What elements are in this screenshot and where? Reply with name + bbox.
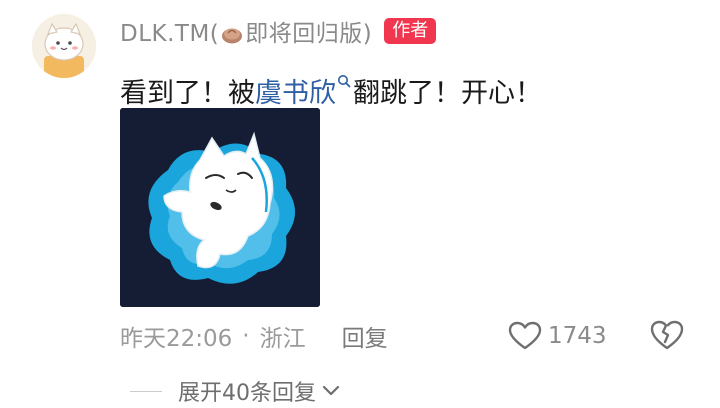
cat-sticker-icon [120, 108, 320, 307]
mention-link[interactable]: 虞书欣 [255, 78, 336, 109]
divider-line [130, 390, 162, 392]
avatar[interactable] [32, 14, 96, 78]
expand-replies-label: 展开40条回复 [178, 381, 316, 406]
author-badge: 作者 [384, 18, 437, 44]
like-button[interactable]: 1743 [508, 316, 607, 356]
search-icon[interactable] [337, 58, 351, 88]
bun-emoji-icon [221, 24, 243, 44]
broken-heart-icon [650, 320, 684, 350]
cat-avatar-icon [32, 14, 96, 78]
heart-icon [508, 321, 542, 350]
meta-separator: · [242, 323, 250, 349]
expand-replies[interactable]: 展开40条回复 [130, 374, 340, 408]
username[interactable]: DLK.TM(即将回归版) [120, 14, 372, 48]
comment-time: 昨天22:06 [120, 326, 233, 352]
chevron-down-icon [322, 385, 340, 396]
author-row: DLK.TM(即将回归版) 作者 [120, 14, 437, 48]
sticker-image[interactable] [120, 108, 320, 307]
comment-text-before: 看到了！被 [120, 78, 255, 109]
reply-button[interactable]: 回复 [342, 319, 388, 353]
comment-meta: 昨天22:06 · 浙江 回复 [120, 316, 388, 356]
like-count: 1743 [548, 323, 607, 349]
comment-text-after: 翻跳了！开心！ [353, 78, 542, 109]
dislike-button[interactable] [650, 318, 684, 352]
comment-location: 浙江 [259, 326, 306, 352]
